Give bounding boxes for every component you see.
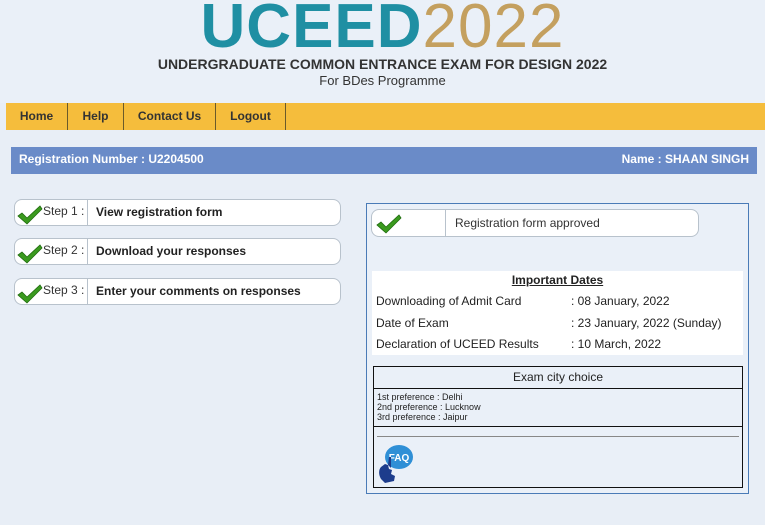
step-view-registration-form[interactable]: Step 1 : View registration form	[14, 199, 341, 226]
step-label: Step 3 :	[43, 283, 85, 297]
check-icon	[17, 205, 43, 225]
approval-text: Registration form approved	[455, 216, 600, 230]
registration-bar: Registration Number : U2204500 Name : SH…	[11, 147, 757, 174]
check-icon	[17, 284, 43, 304]
programme-subtitle: For BDes Programme	[319, 73, 446, 88]
check-icon	[376, 214, 402, 234]
uceed-logo: UCEED2022	[200, 0, 565, 61]
registration-number: Registration Number : U2204500	[19, 152, 204, 166]
nav-logout[interactable]: Logout	[216, 103, 286, 130]
step-title[interactable]: Enter your comments on responses	[88, 279, 301, 304]
nav-home[interactable]: Home	[6, 103, 68, 130]
date-label: Date of Exam	[376, 316, 449, 330]
page-header: UCEED2022 UNDERGRADUATE COMMON ENTRANCE …	[0, 0, 765, 103]
step-title[interactable]: View registration form	[88, 200, 222, 225]
date-value: : 10 March, 2022	[571, 337, 662, 351]
city-preference: 2nd preference : Lucknow	[377, 402, 481, 412]
svg-text:FAQ: FAQ	[389, 453, 410, 464]
candidate-name: Name : SHAAN SINGH	[621, 152, 749, 166]
exam-city-heading: Exam city choice	[374, 367, 742, 389]
exam-title: UNDERGRADUATE COMMON ENTRANCE EXAM FOR D…	[157, 56, 608, 72]
step-label: Step 2 :	[43, 243, 85, 257]
faq-icon[interactable]: FAQ	[376, 443, 416, 485]
city-preference: 3rd preference : Jaipur	[377, 412, 468, 422]
date-value: : 08 January, 2022	[571, 294, 670, 308]
important-dates: Important Dates Downloading of Admit Car…	[372, 271, 743, 355]
step-enter-comments[interactable]: Step 3 : Enter your comments on response…	[14, 278, 341, 305]
nav-help[interactable]: Help	[68, 103, 124, 130]
approval-status: Registration form approved	[371, 209, 699, 237]
date-label: Declaration of UCEED Results	[376, 337, 539, 351]
main-navbar: Home Help Contact Us Logout	[6, 103, 765, 130]
city-preference: 1st preference : Delhi	[377, 392, 463, 402]
nav-contact-us[interactable]: Contact Us	[124, 103, 216, 130]
step-title[interactable]: Download your responses	[88, 239, 246, 264]
step-label: Step 1 :	[43, 204, 85, 218]
step-download-responses[interactable]: Step 2 : Download your responses	[14, 238, 341, 265]
date-label: Downloading of Admit Card	[376, 294, 522, 308]
date-value: : 23 January, 2022 (Sunday)	[571, 316, 722, 330]
exam-city-box: Exam city choice 1st preference : Delhi …	[373, 366, 743, 488]
check-icon	[17, 244, 43, 264]
divider	[377, 436, 739, 437]
city-preferences: 1st preference : Delhi 2nd preference : …	[374, 389, 742, 427]
status-panel: Registration form approved Important Dat…	[366, 203, 749, 494]
important-dates-heading: Important Dates	[511, 273, 604, 287]
